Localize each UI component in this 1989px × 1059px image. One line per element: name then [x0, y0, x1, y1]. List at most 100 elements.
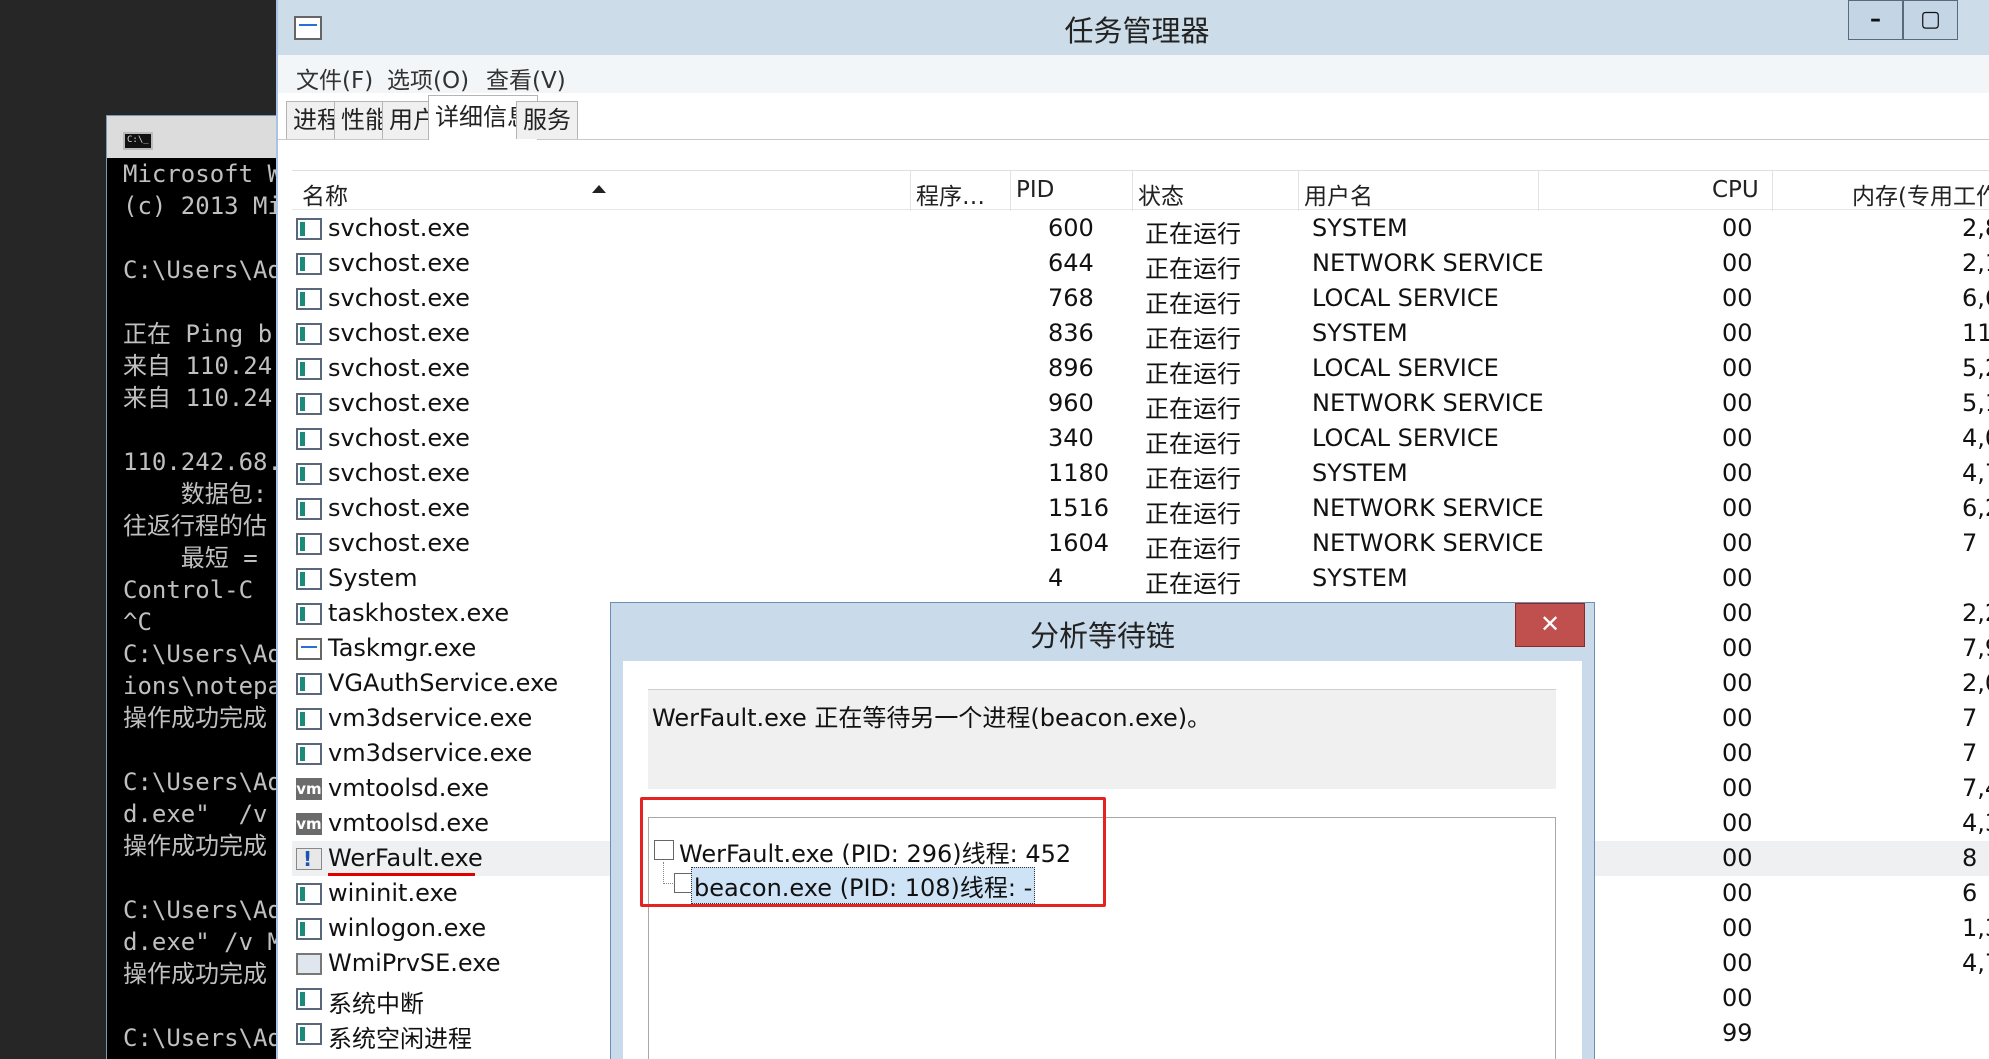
exe-icon: [296, 918, 322, 940]
process-name: svchost.exe: [328, 459, 470, 487]
dialog-message-panel: WerFault.exe 正在等待另一个进程(beacon.exe)。: [648, 689, 1556, 789]
process-status: 正在运行: [1145, 430, 1241, 458]
process-name: svchost.exe: [328, 354, 470, 382]
process-cpu: 00: [1722, 459, 1753, 487]
process-user: NETWORK SERVICE: [1312, 389, 1544, 417]
process-memory: 2,8: [1962, 214, 1989, 242]
exe-icon: [296, 463, 322, 485]
process-status: 正在运行: [1145, 535, 1241, 563]
table-row[interactable]: svchost.exe 600 正在运行 SYSTEM 00 2,8: [292, 211, 1989, 248]
process-name: vmtoolsd.exe: [328, 809, 489, 837]
process-name: svchost.exe: [328, 284, 470, 312]
column-header-status[interactable]: 状态: [1138, 177, 1184, 211]
process-name: System: [328, 564, 418, 592]
process-memory: 8: [1962, 844, 1978, 872]
process-user: NETWORK SERVICE: [1312, 494, 1544, 522]
column-header-username[interactable]: 用户名: [1304, 177, 1373, 211]
titlebar[interactable]: 任务管理器 – ▢: [278, 0, 1989, 55]
column-separator[interactable]: [1132, 171, 1133, 211]
menu-view[interactable]: 查看(V): [486, 61, 566, 95]
process-name: svchost.exe: [328, 494, 470, 522]
process-user: LOCAL SERVICE: [1312, 424, 1499, 452]
process-cpu: 00: [1722, 704, 1753, 732]
process-name: svchost.exe: [328, 214, 470, 242]
exe-icon: [296, 708, 322, 730]
process-name: svchost.exe: [328, 424, 470, 452]
table-row[interactable]: svchost.exe 1180 正在运行 SYSTEM 00 4,7: [292, 456, 1989, 493]
process-cpu: 00: [1722, 214, 1753, 242]
process-memory: 5,2: [1962, 354, 1989, 382]
process-status: 正在运行: [1145, 360, 1241, 388]
process-memory: 11,9: [1962, 319, 1989, 347]
table-row[interactable]: svchost.exe 340 正在运行 LOCAL SERVICE 00 4,0: [292, 421, 1989, 458]
process-cpu: 00: [1722, 634, 1753, 662]
table-row[interactable]: svchost.exe 768 正在运行 LOCAL SERVICE 00 6,6: [292, 281, 1989, 318]
process-name: 系统空闲进程: [328, 1025, 472, 1053]
table-row[interactable]: svchost.exe 960 正在运行 NETWORK SERVICE 00 5,1: [292, 386, 1989, 423]
process-memory: 2,2: [1962, 599, 1989, 627]
process-cpu: 00: [1722, 354, 1753, 382]
exe-icon: [296, 358, 322, 380]
process-status: 正在运行: [1145, 290, 1241, 318]
table-row[interactable]: svchost.exe 1604 正在运行 NETWORK SERVICE 00 7: [292, 526, 1989, 563]
process-pid: 960: [1048, 389, 1094, 417]
process-name: Taskmgr.exe: [328, 634, 477, 662]
process-name: svchost.exe: [328, 529, 470, 557]
process-memory: 2,1: [1962, 249, 1989, 277]
exe-icon: [296, 883, 322, 905]
table-row[interactable]: svchost.exe 896 正在运行 LOCAL SERVICE 00 5,2: [292, 351, 1989, 388]
process-user: SYSTEM: [1312, 214, 1408, 242]
process-cpu: 00: [1722, 949, 1753, 977]
minimize-button[interactable]: –: [1848, 0, 1903, 40]
table-row[interactable]: svchost.exe 1516 正在运行 NETWORK SERVICE 00 6,2: [292, 491, 1989, 528]
exe-icon: [296, 288, 322, 310]
process-memory: 7,4: [1962, 774, 1989, 802]
window-title: 任务管理器: [1064, 14, 1210, 48]
process-cpu: 00: [1722, 319, 1753, 347]
process-name: svchost.exe: [328, 319, 470, 347]
process-user: LOCAL SERVICE: [1312, 284, 1499, 312]
process-name: svchost.exe: [328, 389, 470, 417]
column-header-memory[interactable]: 内存(专用工作: [1852, 177, 1989, 211]
process-memory: 4,7: [1962, 459, 1989, 487]
menu-options[interactable]: 选项(O): [387, 61, 469, 95]
exe-icon: [296, 323, 322, 345]
table-row[interactable]: svchost.exe 836 正在运行 SYSTEM 00 11,9: [292, 316, 1989, 353]
process-status: 正在运行: [1145, 220, 1241, 248]
process-cpu: 00: [1722, 389, 1753, 417]
menu-file[interactable]: 文件(F): [296, 61, 373, 95]
process-cpu: 00: [1722, 984, 1753, 1012]
table-row[interactable]: svchost.exe 644 正在运行 NETWORK SERVICE 00 2,1: [292, 246, 1989, 283]
maximize-button[interactable]: ▢: [1903, 0, 1958, 40]
column-separator[interactable]: [1538, 171, 1539, 211]
column-separator[interactable]: [1010, 171, 1011, 211]
tab-services[interactable]: 服务: [516, 101, 578, 139]
process-status: 正在运行: [1145, 465, 1241, 493]
red-highlight-box: [640, 797, 1106, 907]
column-header-pid[interactable]: PID: [1016, 177, 1054, 203]
column-header-program[interactable]: 程序…: [916, 177, 985, 211]
process-status: 正在运行: [1145, 255, 1241, 283]
process-name: taskhostex.exe: [328, 599, 510, 627]
process-cpu: 00: [1722, 249, 1753, 277]
process-cpu: 00: [1722, 774, 1753, 802]
column-header-row: 名称 程序… PID 状态 用户名 CPU 内存(专用工作: [292, 170, 1989, 211]
exe-icon: [296, 743, 322, 765]
process-cpu: 00: [1722, 284, 1753, 312]
column-separator[interactable]: [1298, 171, 1299, 211]
taskmgr-icon: [296, 638, 322, 660]
close-button[interactable]: ✕: [1515, 603, 1585, 647]
table-row[interactable]: System 4 正在运行 SYSTEM 00: [292, 561, 1989, 598]
exe-icon: [296, 568, 322, 590]
process-cpu: 00: [1722, 914, 1753, 942]
column-separator[interactable]: [910, 171, 911, 211]
dialog-title: 分析等待链: [1029, 619, 1175, 653]
sort-ascending-icon: [592, 185, 606, 193]
column-header-cpu[interactable]: CPU: [1712, 177, 1759, 203]
column-header-name[interactable]: 名称: [302, 177, 348, 211]
process-cpu: 00: [1722, 844, 1753, 872]
menu-bar: 文件(F) 选项(O) 查看(V): [278, 55, 1989, 95]
column-separator[interactable]: [1772, 171, 1773, 211]
process-memory: 6,2: [1962, 494, 1989, 522]
process-cpu: 99: [1722, 1019, 1753, 1047]
